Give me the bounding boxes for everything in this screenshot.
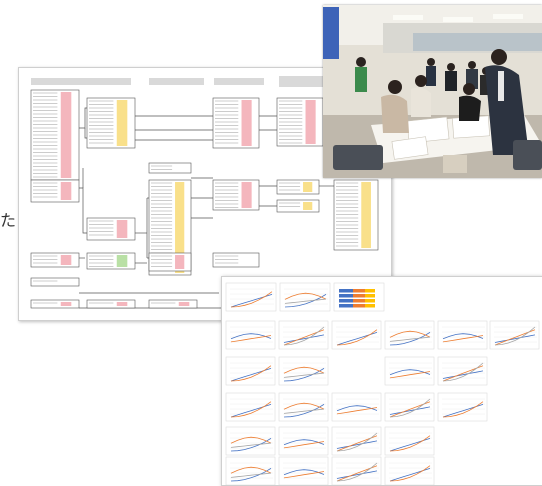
stacked-bar-segment: [353, 294, 365, 298]
mini-chart-frame: [331, 392, 382, 422]
stacked-bar-segment: [339, 294, 353, 298]
tree-node-box: [333, 179, 379, 251]
header-bar: [149, 78, 204, 85]
mini-chart-frame: [384, 356, 435, 386]
highlight-column: [305, 100, 316, 144]
mini-chart-frame: [278, 456, 329, 485]
tree-node-box: [30, 277, 80, 287]
tree-node-box: [212, 97, 260, 149]
stacked-bar-segment: [365, 294, 375, 298]
tree-node-box: [86, 97, 136, 149]
tree-node-box: [212, 252, 260, 268]
header-bar: [279, 76, 324, 87]
mini-chart-frame: [437, 320, 488, 350]
tree-node-box: [276, 179, 320, 195]
mini-chart-frame: [225, 320, 276, 350]
highlight-column: [178, 302, 190, 306]
highlight-column: [241, 182, 252, 208]
tree-node-box: [148, 162, 192, 174]
header-bar: [214, 78, 264, 85]
highlight-column: [116, 255, 128, 267]
stacked-bar-segment: [339, 289, 353, 293]
highlight-column: [60, 92, 72, 178]
highlight-column: [60, 182, 72, 200]
projector-screen: [323, 7, 339, 59]
stacked-bar-segment: [365, 304, 375, 308]
tree-node-box: [30, 299, 80, 309]
stacked-bar-segment: [339, 304, 353, 308]
tree-node-box: [30, 252, 80, 268]
highlight-column: [60, 302, 72, 306]
mini-chart-frame: [278, 426, 329, 456]
workshop-photo: [323, 5, 542, 178]
highlight-column: [60, 255, 72, 265]
tree-node-box: [148, 299, 198, 309]
stacked-bar-segment: [353, 299, 365, 303]
stacked-bar-segment: [365, 289, 375, 293]
stacked-bar-segment: [353, 289, 365, 293]
small-multiples-charts: [225, 282, 540, 485]
stacked-bar-segment: [365, 299, 375, 303]
highlight-column: [116, 100, 128, 146]
header-bar: [31, 78, 131, 85]
tree-node-box: [276, 199, 320, 213]
highlight-column: [116, 220, 128, 238]
highlight-column: [303, 202, 313, 210]
highlight-column: [116, 302, 128, 306]
tree-node-box: [30, 179, 80, 203]
stacked-bar-segment: [339, 299, 353, 303]
highlight-column: [241, 100, 252, 146]
charts-sheet: [221, 276, 542, 486]
highlight-column: [303, 182, 313, 192]
highlight-column: [175, 255, 185, 269]
tree-node-box: [212, 179, 260, 211]
highlight-column: [361, 182, 371, 248]
tree-node-box: [86, 299, 136, 309]
workshop-photo-illustration: [323, 5, 542, 178]
cropped-text-char: た: [0, 211, 17, 230]
stacked-bar-segment: [353, 304, 365, 308]
